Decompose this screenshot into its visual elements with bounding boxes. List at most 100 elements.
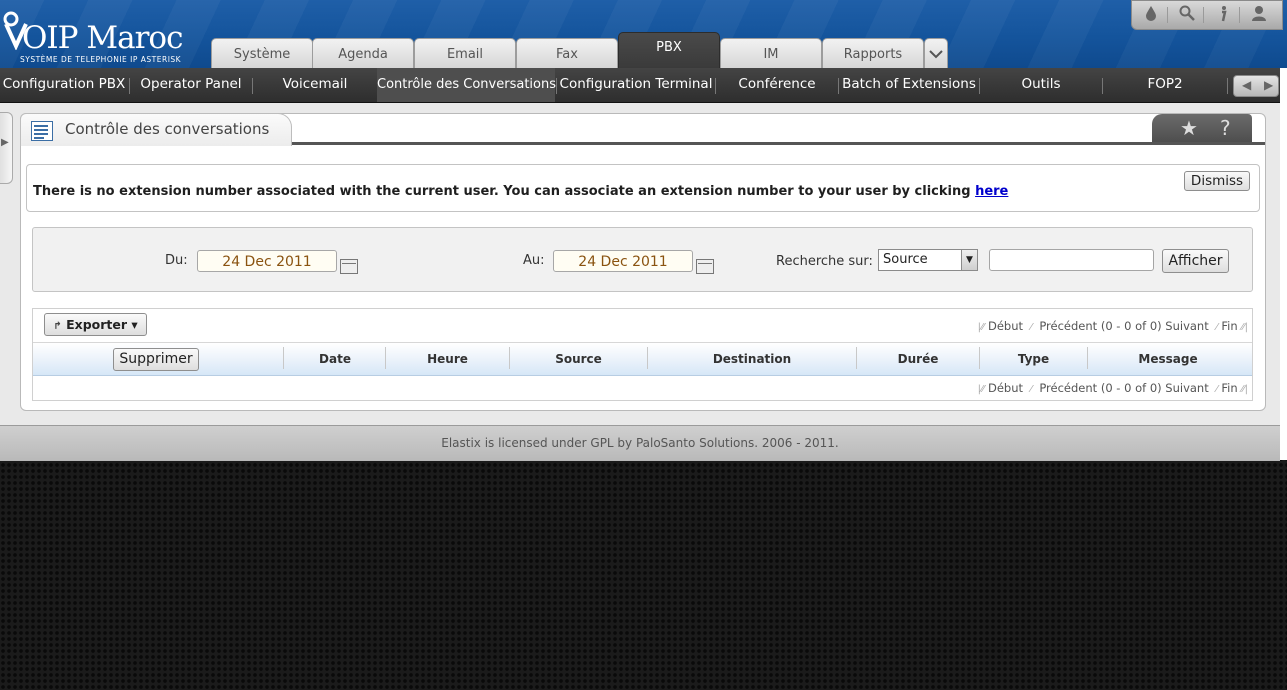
subnav-operator-panel[interactable]: Operator Panel — [131, 68, 251, 102]
info-icon[interactable] — [1212, 5, 1234, 25]
toolbar-divider — [1203, 7, 1204, 23]
from-label: Du: — [165, 253, 188, 268]
subnav-divider — [556, 78, 557, 94]
subnav-controle-conversations[interactable]: Contrôle des Conversations — [377, 68, 556, 102]
export-button[interactable]: ↱ Exporter ▾ — [44, 313, 147, 336]
subnav-divider — [1102, 78, 1103, 94]
next-page-icon: ⁄ — [1216, 384, 1218, 395]
toolbar-divider — [1239, 7, 1240, 23]
tab-fax[interactable]: Fax — [516, 38, 618, 68]
column-source[interactable]: Source — [510, 343, 647, 375]
prev-page-icon: ⁄ — [1030, 384, 1033, 395]
grid-header-row: Supprimer Date Heure Source Destination … — [33, 343, 1252, 376]
last-page-icon: ⁄⁄| — [1241, 384, 1248, 395]
logo-brand: OIP Maroc — [22, 20, 183, 56]
associate-extension-link[interactable]: here — [975, 184, 1008, 199]
column-message[interactable]: Message — [1088, 343, 1248, 375]
chevron-down-icon — [929, 50, 943, 59]
subnav-configuration-terminal[interactable]: Configuration Terminal — [558, 68, 714, 102]
subnav-conference[interactable]: Conférence — [717, 68, 837, 102]
first-page-icon: |⁄⁄ — [977, 384, 985, 395]
grid-footer: |⁄⁄ Début ⁄ Précédent (0 - 0 of 0) Suiva… — [33, 376, 1252, 400]
footer: Elastix is licensed under GPL by PaloSan… — [0, 425, 1280, 461]
pager-prev[interactable]: Précédent — [1039, 381, 1097, 395]
user-icon[interactable] — [1248, 5, 1270, 25]
right-edge — [1280, 68, 1287, 460]
subnav-outils[interactable]: Outils — [981, 68, 1101, 102]
select-arrow-icon: ▼ — [961, 250, 977, 270]
search-field-select[interactable]: Source ▼ — [878, 249, 978, 271]
top-toolbar — [1131, 0, 1283, 30]
column-date[interactable]: Date — [284, 343, 386, 375]
pager-bottom: |⁄⁄ Début ⁄ Précédent (0 - 0 of 0) Suiva… — [978, 381, 1248, 395]
pager-next[interactable]: Suivant — [1165, 381, 1208, 395]
search-input[interactable] — [989, 249, 1154, 271]
pager-range: (0 - 0 of 0) — [1100, 381, 1162, 395]
droplet-icon[interactable] — [1140, 5, 1162, 25]
tab-im[interactable]: IM — [720, 38, 822, 68]
search-on-label: Recherche sur: — [776, 254, 873, 269]
subnav-divider — [838, 78, 839, 94]
scroll-left-icon[interactable]: ◀ — [1242, 78, 1251, 92]
scroll-right-icon[interactable]: ▶ — [1264, 78, 1273, 92]
logo-tagline: SYSTÈME DE TELEPHONIE IP ASTERISK — [20, 55, 182, 64]
alert-box: There is no extension number associated … — [26, 164, 1260, 212]
prev-page-icon: ⁄ — [1030, 322, 1033, 333]
results-grid: ↱ Exporter ▾ |⁄⁄ Début ⁄ Précédent (0 - … — [32, 308, 1253, 401]
logo[interactable]: OIP Maroc SYSTÈME DE TELEPHONIE IP ASTER… — [0, 6, 205, 66]
first-page-icon: |⁄⁄ — [977, 322, 985, 333]
grid-toolbar: ↱ Exporter ▾ |⁄⁄ Début ⁄ Précédent (0 - … — [33, 309, 1252, 343]
column-heure[interactable]: Heure — [386, 343, 509, 375]
calendar-icon[interactable] — [340, 259, 358, 274]
afficher-button[interactable]: Afficher — [1162, 249, 1229, 273]
star-icon[interactable]: ★ — [1180, 116, 1198, 140]
tab-agenda[interactable]: Agenda — [312, 38, 414, 68]
footer-text: Elastix is licensed under GPL by PaloSan… — [441, 436, 839, 450]
tab-pbx[interactable]: PBX — [618, 32, 720, 68]
pager-last[interactable]: Fin — [1221, 319, 1237, 333]
subnav-divider — [715, 78, 716, 94]
list-icon — [31, 121, 53, 141]
export-icon: ↱ — [53, 321, 62, 332]
pager-last[interactable]: Fin — [1221, 381, 1237, 395]
page-actions: ★ ? — [1152, 114, 1252, 142]
subnav-batch-extensions[interactable]: Batch of Extensions — [840, 68, 978, 102]
subnav-divider — [129, 78, 130, 94]
subnav-divider — [252, 78, 253, 94]
search-icon[interactable] — [1176, 5, 1198, 25]
pager-first[interactable]: Début — [988, 381, 1023, 395]
alert-message: There is no extension number associated … — [33, 184, 1008, 199]
chevron-right-icon: ▶ — [1, 137, 9, 148]
column-destination[interactable]: Destination — [648, 343, 856, 375]
from-date-field[interactable]: 24 Dec 2011 — [197, 250, 337, 272]
supprimer-button[interactable]: Supprimer — [113, 348, 199, 371]
subnav-fop2[interactable]: FOP2 — [1104, 68, 1226, 102]
export-label: Exporter ▾ — [66, 317, 138, 332]
alert-text: There is no extension number associated … — [33, 184, 976, 199]
page-title-tab: Contrôle des conversations — [20, 113, 292, 146]
tab-rapports[interactable]: Rapports — [822, 38, 924, 68]
search-field-value: Source — [883, 252, 928, 267]
subnav-voicemail[interactable]: Voicemail — [254, 68, 376, 102]
column-duree[interactable]: Durée — [857, 343, 979, 375]
sidebar-toggle[interactable]: ▶ — [0, 112, 13, 184]
subnav-configuration-pbx[interactable]: Configuration PBX — [0, 68, 128, 102]
tab-systeme[interactable]: Système — [211, 38, 313, 68]
tab-email[interactable]: Email — [414, 38, 516, 68]
pager-next[interactable]: Suivant — [1165, 319, 1208, 333]
main-content: ▶ Contrôle des conversations ★ ? There i… — [0, 103, 1280, 425]
to-label: Au: — [523, 253, 545, 268]
help-icon[interactable]: ? — [1220, 116, 1231, 140]
toolbar-divider — [1167, 7, 1168, 23]
to-date-field[interactable]: 24 Dec 2011 — [553, 250, 693, 272]
more-tabs-button[interactable] — [924, 38, 948, 68]
header-bar: OIP Maroc SYSTÈME DE TELEPHONIE IP ASTER… — [0, 0, 1287, 68]
pager-prev[interactable]: Précédent — [1039, 319, 1097, 333]
calendar-icon[interactable] — [696, 259, 714, 274]
subnav-scroll: ◀ ▶ — [1233, 75, 1279, 97]
column-type[interactable]: Type — [980, 343, 1087, 375]
pager-first[interactable]: Début — [988, 319, 1023, 333]
sub-nav: Configuration PBX Operator Panel Voicema… — [0, 68, 1280, 103]
pager-range: (0 - 0 of 0) — [1100, 319, 1162, 333]
dismiss-button[interactable]: Dismiss — [1184, 171, 1250, 191]
